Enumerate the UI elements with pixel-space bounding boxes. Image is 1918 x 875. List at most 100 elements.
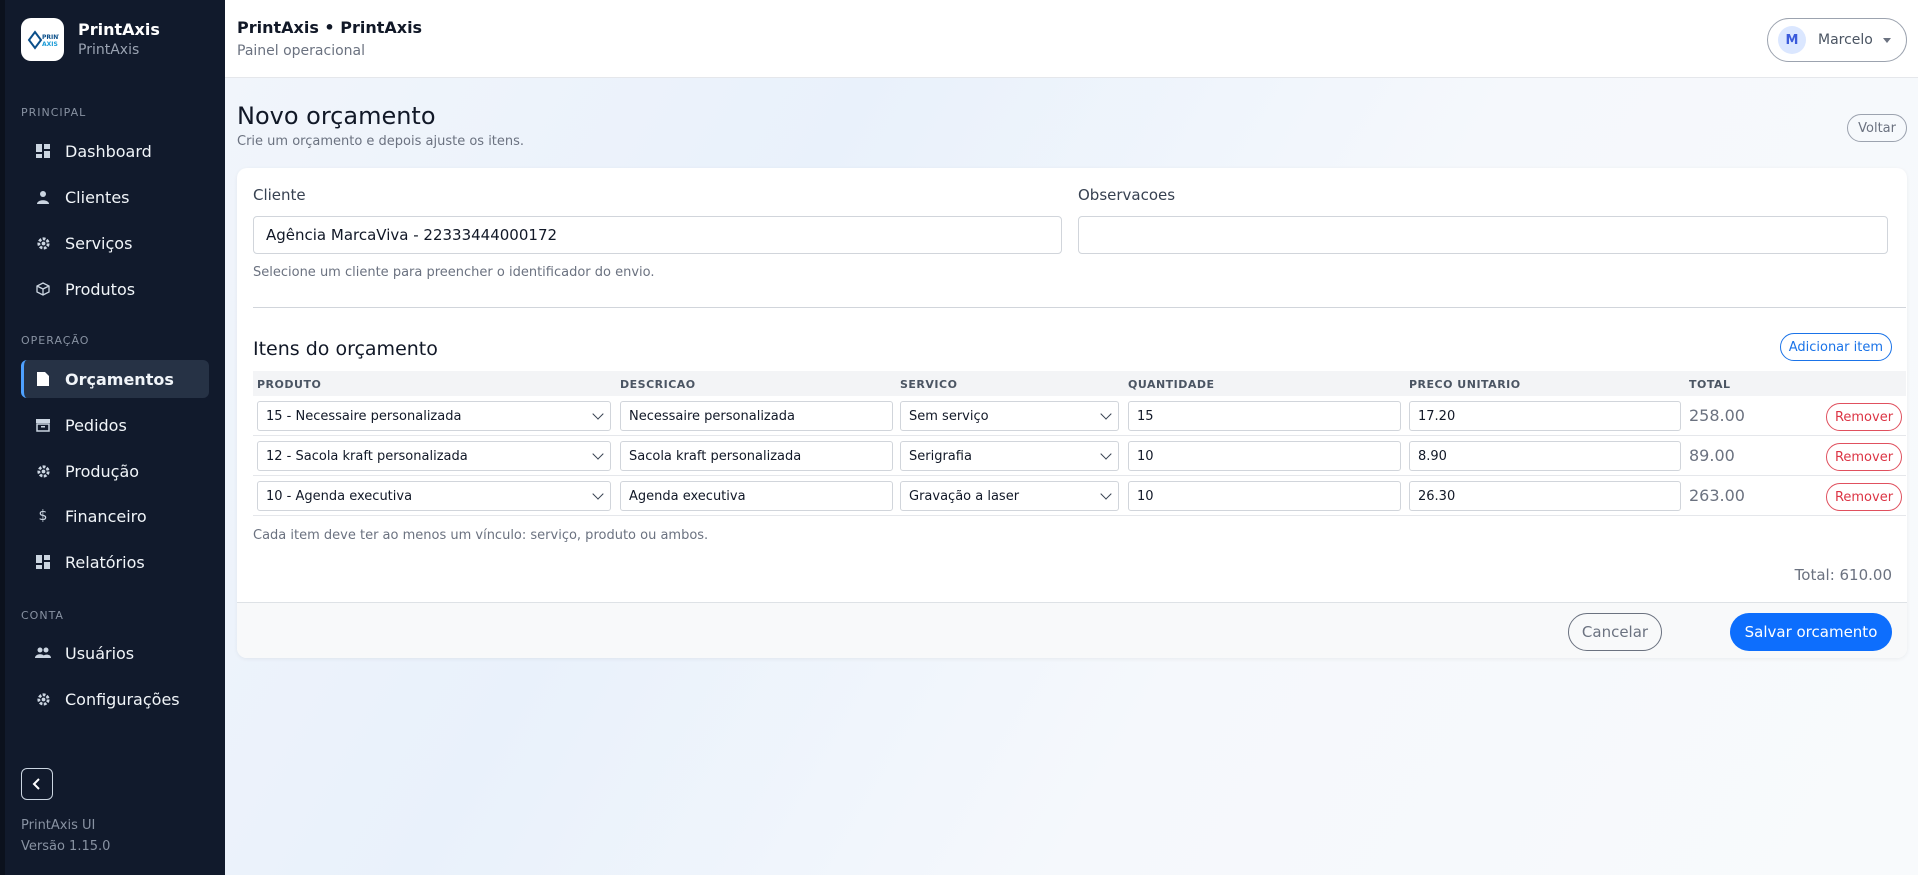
items-table-header: PRODUTO DESCRICAO SERVICO QUANTIDADE PRE… (253, 371, 1906, 396)
preco-unitario-input[interactable]: 26.30 (1409, 481, 1681, 511)
sidebar-item-configuracoes[interactable]: Configurações (21, 680, 209, 718)
header-title: PrintAxis • PrintAxis (237, 18, 423, 37)
sidebar-item-label: Pedidos (65, 415, 127, 435)
add-item-button[interactable]: Adicionar item (1779, 333, 1892, 361)
page-title: Novo orçamento (237, 102, 436, 130)
cancel-button[interactable]: Cancelar (1568, 613, 1662, 651)
produto-select[interactable]: 10 - Agenda executiva (257, 481, 611, 511)
dashboard-icon (35, 143, 51, 159)
remove-item-button[interactable]: Remover (1826, 443, 1902, 471)
sidebar-footer-name: PrintAxis UI (21, 818, 96, 833)
page-subtitle: Crie um orçamento e depois ajuste os ite… (237, 134, 525, 149)
sidebar-item-clientes[interactable]: Clientes (21, 178, 209, 216)
chevron-down-icon (1100, 408, 1112, 420)
gear-icon (35, 691, 51, 707)
table-row: 12 - Sacola kraft personalizada Sacola k… (253, 436, 1906, 476)
quantidade-input[interactable]: 15 (1128, 401, 1401, 431)
brand-title: PrintAxis (78, 19, 160, 39)
column-header-total: TOTAL (1689, 378, 1731, 391)
brand[interactable]: PRINT AXIS PrintAxis PrintAxis (21, 18, 160, 61)
collapse-sidebar-button[interactable] (21, 768, 53, 800)
sidebar-item-label: Configurações (65, 689, 180, 709)
cliente-select[interactable]: Agência MarcaViva - 22333444000172 (253, 216, 1062, 254)
sidebar-item-label: Dashboard (65, 141, 152, 161)
servico-value: Serigrafia (909, 448, 972, 464)
column-header-servico: SERVICO (900, 378, 958, 391)
box-icon (35, 281, 51, 297)
sidebar-item-producao[interactable]: Produção (21, 452, 209, 490)
sidebar-item-pedidos[interactable]: Pedidos (21, 406, 209, 444)
descricao-input[interactable]: Agenda executiva (620, 481, 893, 511)
chevron-down-icon (592, 448, 604, 460)
column-header-produto: PRODUTO (257, 378, 322, 391)
row-total: 263.00 (1689, 486, 1745, 505)
remove-item-button[interactable]: Remover (1826, 403, 1902, 431)
nav-section-conta: CONTA (21, 609, 64, 622)
chevron-down-icon (592, 408, 604, 420)
sidebar-item-servicos[interactable]: Serviços (21, 224, 209, 262)
logo-text-line: AXIS (42, 41, 58, 48)
quantidade-input[interactable]: 10 (1128, 441, 1401, 471)
chevron-down-icon (1100, 448, 1112, 460)
sidebar-item-orcamentos[interactable]: Orçamentos (21, 360, 209, 398)
descricao-input[interactable]: Necessaire personalizada (620, 401, 893, 431)
sidebar-item-label: Produtos (65, 279, 136, 299)
column-header-descricao: DESCRICAO (620, 378, 696, 391)
brand-subtitle: PrintAxis (78, 41, 140, 58)
avatar: M (1778, 26, 1806, 54)
produto-value: 15 - Necessaire personalizada (266, 408, 462, 424)
cliente-label: Cliente (253, 186, 306, 204)
caret-down-icon (1882, 37, 1891, 43)
sidebar-item-produtos[interactable]: Produtos (21, 270, 209, 308)
produto-select[interactable]: 15 - Necessaire personalizada (257, 401, 611, 431)
table-row: 10 - Agenda executiva Agenda executiva G… (253, 476, 1906, 516)
save-quote-button[interactable]: Salvar orcamento (1730, 613, 1892, 651)
items-note: Cada item deve ter ao menos um vínculo: … (253, 528, 709, 543)
row-total: 258.00 (1689, 406, 1745, 425)
servico-select[interactable]: Gravação a laser (900, 481, 1119, 511)
servico-value: Sem serviço (909, 408, 989, 424)
logo-text-line: PRINT (42, 34, 59, 41)
brand-logo: PRINT AXIS (21, 18, 64, 61)
cliente-hint: Selecione um cliente para preencher o id… (253, 265, 655, 280)
remove-item-button[interactable]: Remover (1826, 483, 1902, 511)
column-header-preco-unitario: PRECO UNITARIO (1409, 378, 1521, 391)
nav-section-operacao: OPERAÇÃO (21, 334, 90, 347)
sidebar-item-relatorios[interactable]: Relatórios (21, 543, 209, 581)
gear-icon (35, 235, 51, 251)
card-footer: Cancelar Salvar orcamento (237, 602, 1907, 658)
sidebar-item-dashboard[interactable]: Dashboard (21, 132, 209, 170)
sidebar-item-usuarios[interactable]: Usuários (21, 634, 209, 672)
quantidade-input[interactable]: 10 (1128, 481, 1401, 511)
top-header: PrintAxis • PrintAxis Painel operacional… (225, 0, 1918, 78)
divider (253, 307, 1906, 308)
column-header-quantidade: QUANTIDADE (1128, 378, 1215, 391)
servico-select[interactable]: Sem serviço (900, 401, 1119, 431)
dollar-icon: $ (38, 508, 48, 524)
nav-section-principal: PRINCIPAL (21, 106, 87, 119)
descricao-input[interactable]: Sacola kraft personalizada (620, 441, 893, 471)
produto-value: 10 - Agenda executiva (266, 488, 413, 504)
sidebar-item-label: Clientes (65, 187, 130, 207)
archive-icon (35, 417, 51, 433)
main-content: Novo orçamento Crie um orçamento e depoi… (225, 78, 1918, 875)
sidebar-item-label: Serviços (65, 233, 133, 253)
produto-value: 12 - Sacola kraft personalizada (266, 448, 468, 464)
preco-unitario-input[interactable]: 17.20 (1409, 401, 1681, 431)
preco-unitario-input[interactable]: 8.90 (1409, 441, 1681, 471)
produto-select[interactable]: 12 - Sacola kraft personalizada (257, 441, 611, 471)
servico-select[interactable]: Serigrafia (900, 441, 1119, 471)
chevron-down-icon (592, 488, 604, 500)
back-button[interactable]: Voltar (1847, 114, 1907, 142)
sidebar-item-financeiro[interactable]: $ Financeiro (21, 497, 209, 535)
sidebar: PRINT AXIS PrintAxis PrintAxis PRINCIPAL… (0, 0, 225, 875)
observacoes-input[interactable] (1078, 216, 1888, 254)
sidebar-item-label: Orçamentos (65, 369, 174, 389)
grand-total: Total: 610.00 (1794, 566, 1892, 584)
user-name: Marcelo (1818, 32, 1873, 48)
observacoes-label: Observacoes (1078, 186, 1176, 204)
user-menu-button[interactable]: M Marcelo (1767, 18, 1907, 62)
users-icon (35, 645, 51, 661)
chevron-down-icon (1100, 488, 1112, 500)
gear-icon (35, 463, 51, 479)
